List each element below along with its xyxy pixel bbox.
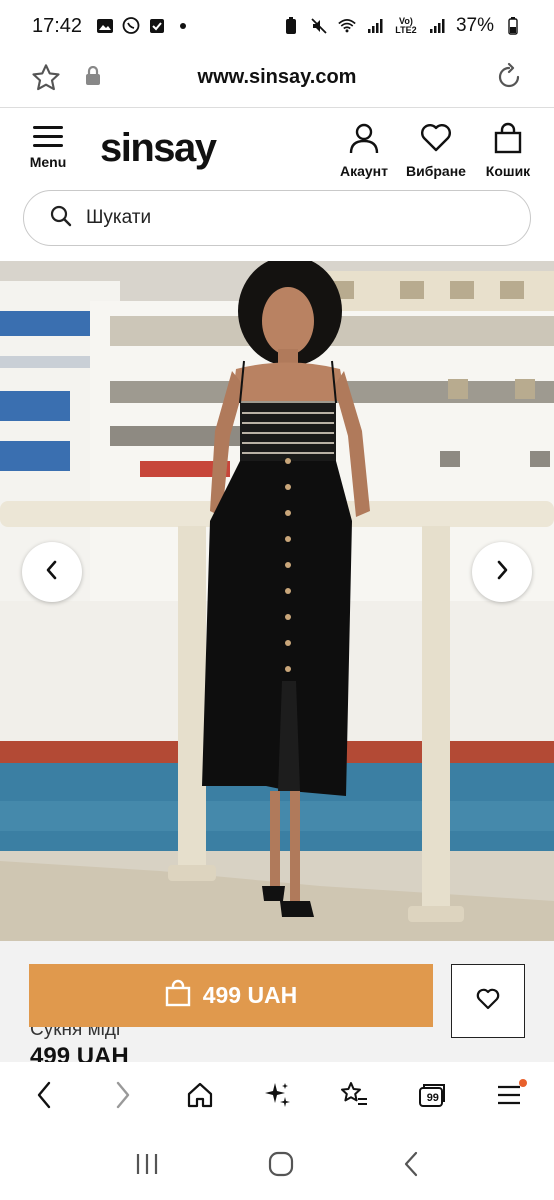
chevron-left-icon (43, 559, 61, 586)
chevron-right-icon (112, 1080, 132, 1115)
signal-icon-2 (428, 17, 446, 35)
heart-icon (476, 988, 500, 1015)
browser-menu-button[interactable] (479, 1067, 539, 1127)
browser-home-button[interactable] (170, 1067, 230, 1127)
status-time: 17:42 (32, 14, 83, 37)
search-icon (50, 205, 72, 232)
status-bar: 17:42 Vo) LTE2 37% (0, 0, 554, 52)
wishlist-button[interactable]: Вибране (402, 122, 470, 179)
system-back-icon[interactable] (402, 1151, 420, 1182)
menu-label: Menu (29, 154, 67, 170)
search-input[interactable]: Шукати (23, 190, 531, 246)
buy-bar: Сукня міді 499 UAH 499 UAH (0, 941, 554, 1070)
wishlist-label: Вибране (406, 163, 466, 179)
user-icon (348, 123, 380, 158)
add-to-wishlist-button[interactable] (451, 964, 525, 1038)
add-to-cart-label: 499 UAH (202, 982, 298, 1008)
cart-label: Кошик (485, 163, 531, 179)
carousel-next-button[interactable] (472, 542, 532, 602)
bag-icon (165, 979, 191, 1013)
viber-icon (122, 17, 140, 35)
more-notifications-dot-icon (174, 17, 192, 35)
sparkle-icon (263, 1081, 291, 1114)
browser-forward-button[interactable] (92, 1067, 152, 1127)
browser-toolbar: 99 (0, 1062, 554, 1132)
home-button-icon[interactable] (268, 1151, 294, 1182)
battery-saver-icon (282, 17, 300, 35)
product-image[interactable] (0, 261, 554, 941)
browser-bookmarks-button[interactable] (324, 1067, 384, 1127)
status-system-icons: Vo) LTE2 37% (282, 15, 522, 37)
gallery-icon (96, 17, 114, 35)
battery-icon (504, 17, 522, 35)
site-header: Menu sinsay Акаунт Вибране Кошик (0, 110, 554, 186)
chevron-left-icon (35, 1080, 55, 1115)
notification-dot (519, 1079, 528, 1087)
product-photo (0, 261, 554, 941)
star-list-icon (339, 1081, 369, 1114)
checkbox-notification-icon (148, 17, 166, 35)
url-text[interactable]: www.sinsay.com (0, 66, 554, 89)
network-type-label: Vo) LTE2 (395, 16, 417, 35)
browser-back-button[interactable] (15, 1067, 75, 1127)
sinsay-logo[interactable]: sinsay (100, 126, 217, 171)
bag-icon (492, 122, 524, 158)
battery-percent: 37% (455, 15, 494, 36)
browser-ai-button[interactable] (247, 1067, 307, 1127)
status-notification-icons (96, 17, 192, 35)
home-icon (186, 1081, 214, 1114)
system-navigation-bar (0, 1132, 554, 1200)
mute-icon (310, 17, 328, 35)
browser-address-bar: www.sinsay.com (0, 52, 554, 108)
cart-button[interactable]: Кошик (482, 122, 534, 179)
reload-icon[interactable] (494, 62, 524, 97)
account-button[interactable]: Акаунт (336, 122, 392, 179)
wifi-icon (338, 17, 356, 35)
account-label: Акаунт (339, 163, 388, 179)
signal-icon (366, 17, 384, 35)
recent-apps-icon[interactable] (134, 1151, 160, 1182)
carousel-prev-button[interactable] (22, 542, 82, 602)
heart-icon (420, 124, 452, 158)
chevron-right-icon (493, 559, 511, 586)
menu-button[interactable]: Menu (26, 126, 70, 170)
tab-count: 99 (426, 1092, 439, 1104)
search-placeholder: Шукати (86, 207, 152, 228)
hamburger-icon (496, 1084, 522, 1111)
browser-tabs-button[interactable]: 99 (402, 1067, 462, 1127)
hamburger-icon (33, 126, 63, 148)
add-to-cart-button[interactable]: 499 UAH (29, 964, 433, 1027)
